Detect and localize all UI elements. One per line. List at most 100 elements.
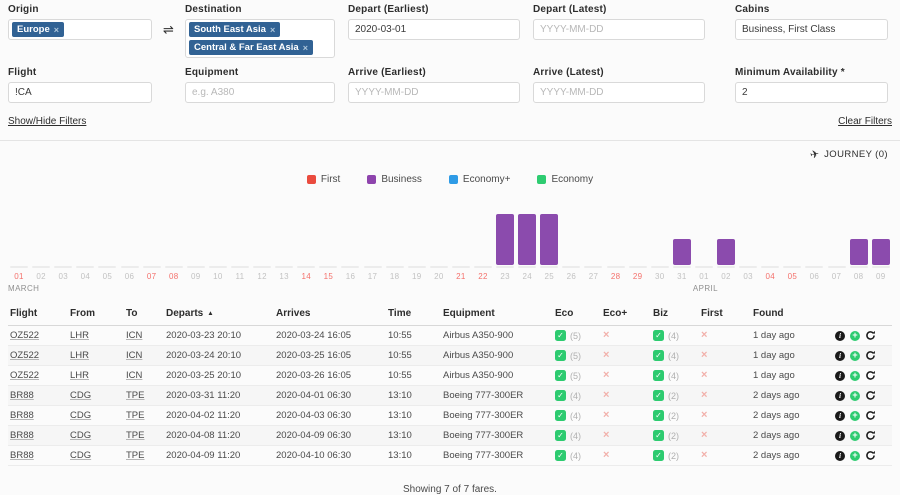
info-icon[interactable]: i: [835, 411, 845, 421]
chart-bar[interactable]: [518, 214, 536, 265]
remove-tag-icon[interactable]: ×: [303, 43, 308, 53]
refresh-icon[interactable]: [865, 410, 876, 421]
to-airport-link[interactable]: ICN: [126, 350, 142, 361]
flight-link[interactable]: BR88: [10, 450, 34, 461]
chart-bar[interactable]: [540, 214, 558, 265]
chart-day-slot[interactable]: 23: [494, 203, 516, 294]
column-header-from[interactable]: From: [68, 304, 124, 325]
refresh-icon[interactable]: [865, 330, 876, 341]
to-airport-link[interactable]: TPE: [126, 410, 144, 421]
from-airport-link[interactable]: CDG: [70, 430, 91, 441]
chart-bar[interactable]: [496, 214, 514, 265]
to-airport-link[interactable]: TPE: [126, 390, 144, 401]
from-airport-link[interactable]: CDG: [70, 450, 91, 461]
column-header-departs[interactable]: Departs▲: [164, 304, 274, 325]
refresh-icon[interactable]: [865, 430, 876, 441]
chart-day-slot[interactable]: 25: [538, 203, 560, 294]
cell-ecoplus: ×: [601, 346, 651, 365]
flight-link[interactable]: BR88: [10, 430, 34, 441]
chart-day-slot: 18: [384, 203, 406, 294]
axis-tick-icon: [474, 266, 492, 268]
column-header-equipment[interactable]: Equipment: [441, 304, 553, 325]
refresh-icon[interactable]: [865, 350, 876, 361]
remove-tag-icon[interactable]: ×: [270, 25, 275, 35]
available-check-icon: ✓: [653, 450, 664, 461]
legend-item[interactable]: Economy: [537, 174, 593, 185]
depart-earliest-input[interactable]: [348, 19, 520, 40]
column-header-found[interactable]: Found: [751, 304, 829, 325]
info-icon[interactable]: i: [835, 331, 845, 341]
chart-bar[interactable]: [673, 239, 691, 265]
column-header-actions[interactable]: [829, 310, 892, 320]
add-to-journey-icon[interactable]: +: [850, 351, 860, 361]
column-header-flight[interactable]: Flight: [8, 304, 68, 325]
legend-item[interactable]: First: [307, 174, 340, 185]
cabins-input[interactable]: [735, 19, 888, 40]
add-to-journey-icon[interactable]: +: [850, 331, 860, 341]
chart-bar[interactable]: [717, 239, 735, 265]
to-airport-link[interactable]: ICN: [126, 370, 142, 381]
to-airport-link[interactable]: TPE: [126, 430, 144, 441]
journey-toggle[interactable]: ✈ JOURNEY (0): [0, 141, 900, 161]
legend-item[interactable]: Business: [367, 174, 422, 185]
arrive-latest-input[interactable]: [533, 82, 705, 103]
from-airport-link[interactable]: CDG: [70, 390, 91, 401]
chart-bar[interactable]: [850, 239, 868, 265]
chart-day-slot[interactable]: 02: [715, 203, 737, 294]
cell-flight: BR88: [8, 386, 68, 405]
cell-from: CDG: [68, 426, 124, 445]
axis-tick-icon: [76, 266, 94, 268]
swap-origin-destination-icon[interactable]: ⇌: [163, 23, 174, 36]
flight-link[interactable]: OZ522: [10, 330, 39, 341]
from-airport-link[interactable]: LHR: [70, 350, 89, 361]
from-airport-link[interactable]: LHR: [70, 330, 89, 341]
destination-input[interactable]: South East Asia × Central & Far East Asi…: [185, 19, 335, 58]
add-to-journey-icon[interactable]: +: [850, 371, 860, 381]
equipment-input[interactable]: [185, 82, 335, 103]
to-airport-link[interactable]: ICN: [126, 330, 142, 341]
min-availability-input[interactable]: [735, 82, 888, 103]
clear-filters-link[interactable]: Clear Filters: [838, 116, 892, 127]
info-icon[interactable]: i: [835, 351, 845, 361]
refresh-icon[interactable]: [865, 450, 876, 461]
flight-link[interactable]: OZ522: [10, 350, 39, 361]
from-airport-link[interactable]: CDG: [70, 410, 91, 421]
column-header-first[interactable]: First: [699, 304, 751, 325]
refresh-icon[interactable]: [865, 370, 876, 381]
flight-link[interactable]: OZ522: [10, 370, 39, 381]
info-icon[interactable]: i: [835, 371, 845, 381]
add-to-journey-icon[interactable]: +: [850, 411, 860, 421]
table-row: BR88CDGTPE2020-03-31 11:202020-04-01 06:…: [8, 386, 892, 406]
info-icon[interactable]: i: [835, 391, 845, 401]
column-header-biz[interactable]: Biz: [651, 304, 699, 325]
column-header-time[interactable]: Time: [386, 304, 441, 325]
depart-latest-input[interactable]: [533, 19, 705, 40]
chart-day-slot[interactable]: 31: [671, 203, 693, 294]
show-hide-filters-link[interactable]: Show/Hide Filters: [8, 116, 86, 127]
chart-day-slot[interactable]: 08: [848, 203, 870, 294]
column-header-arrives[interactable]: Arrives: [274, 304, 386, 325]
chart-bar[interactable]: [872, 239, 890, 265]
add-to-journey-icon[interactable]: +: [850, 451, 860, 461]
flight-input[interactable]: [8, 82, 152, 103]
column-header-eco[interactable]: Eco: [553, 304, 601, 325]
origin-input[interactable]: Europe ×: [8, 19, 152, 40]
legend-item[interactable]: Economy+: [449, 174, 511, 185]
add-to-journey-icon[interactable]: +: [850, 391, 860, 401]
flight-link[interactable]: BR88: [10, 410, 34, 421]
refresh-icon[interactable]: [865, 390, 876, 401]
arrive-earliest-input[interactable]: [348, 82, 520, 103]
column-header-to[interactable]: To: [124, 304, 164, 325]
chart-day-slot[interactable]: 09: [870, 203, 892, 294]
info-icon[interactable]: i: [835, 431, 845, 441]
flight-link[interactable]: BR88: [10, 390, 34, 401]
to-airport-link[interactable]: TPE: [126, 450, 144, 461]
column-header-ecoplus[interactable]: Eco+: [601, 304, 651, 325]
remove-tag-icon[interactable]: ×: [54, 25, 59, 35]
availability-count: (2): [668, 431, 679, 441]
add-to-journey-icon[interactable]: +: [850, 431, 860, 441]
info-icon[interactable]: i: [835, 451, 845, 461]
from-airport-link[interactable]: LHR: [70, 370, 89, 381]
chart-day-slot[interactable]: 24: [516, 203, 538, 294]
axis-tick-icon: [275, 266, 293, 268]
